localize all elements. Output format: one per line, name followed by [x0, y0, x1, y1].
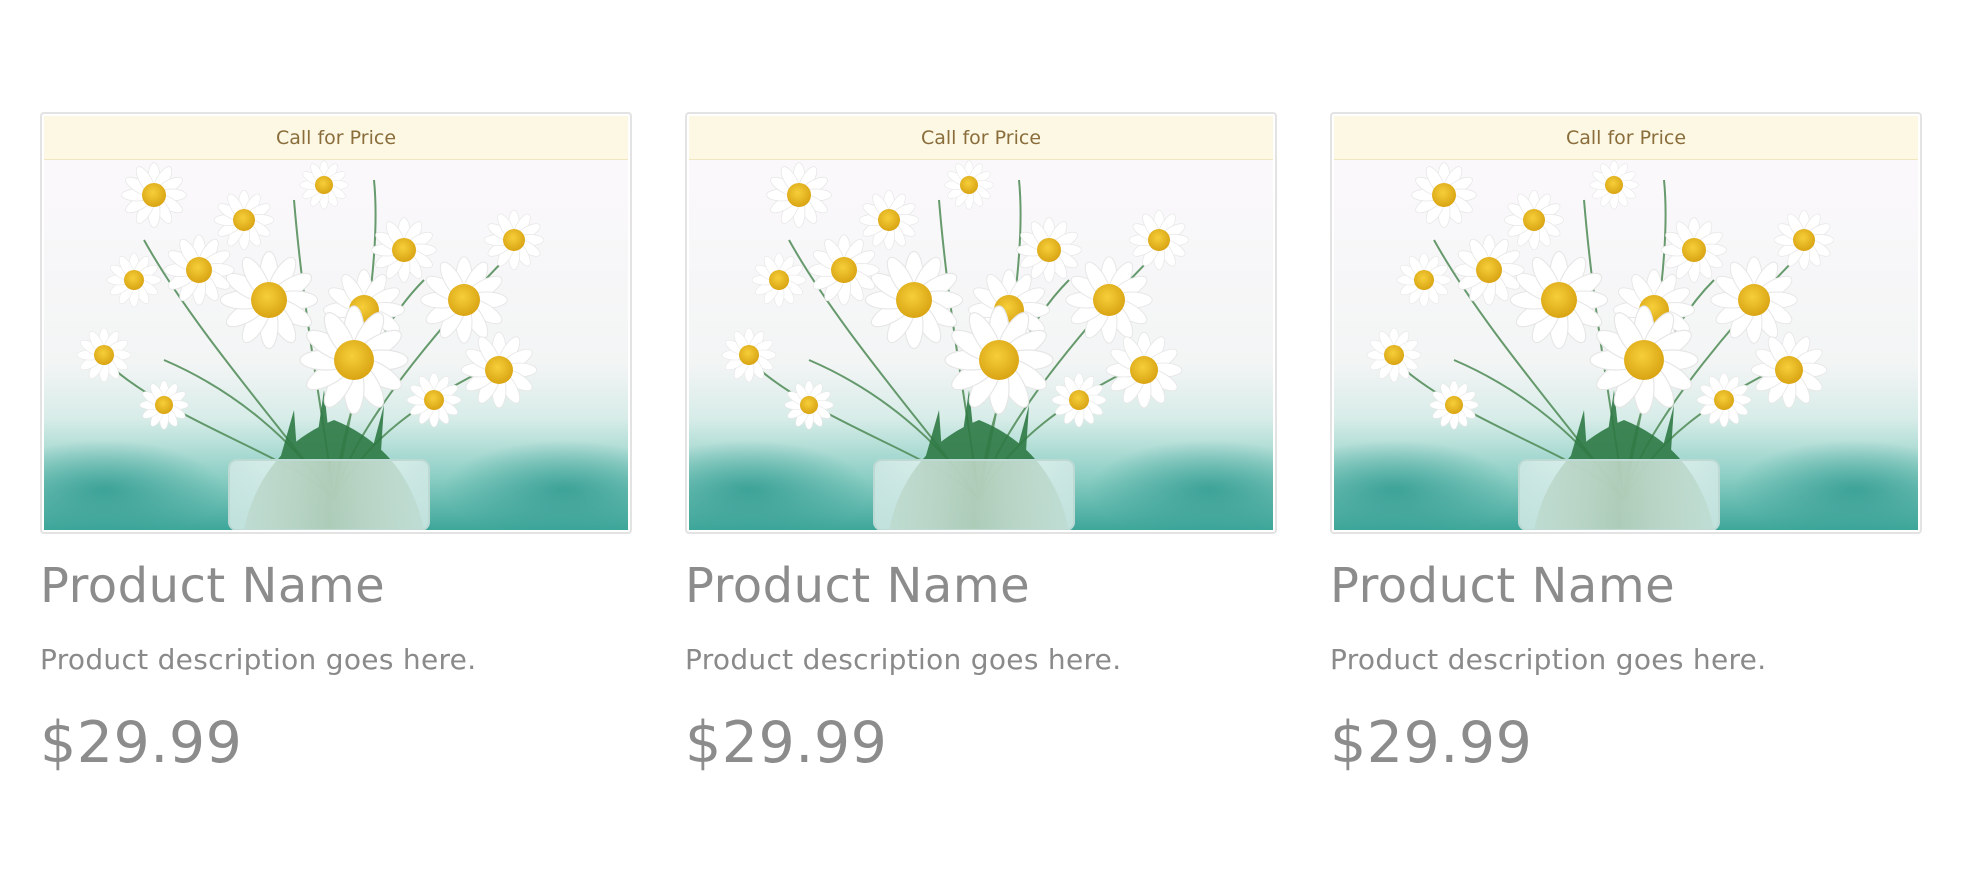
daisy-bouquet-image[interactable] [1334, 160, 1918, 530]
product-name[interactable]: Product Name [40, 560, 632, 613]
call-for-price-banner: Call for Price [689, 116, 1273, 160]
product-description: Product description goes here. [685, 642, 1122, 676]
call-for-price-banner: Call for Price [1334, 116, 1918, 160]
product-card[interactable]: Call for Price Product Name Product desc… [1330, 112, 1922, 776]
product-image-frame[interactable]: Call for Price [685, 112, 1277, 534]
product-price: $29.99 [1330, 709, 1533, 776]
call-for-price-banner: Call for Price [44, 116, 628, 160]
product-name[interactable]: Product Name [1330, 560, 1922, 613]
product-image-frame[interactable]: Call for Price [1330, 112, 1922, 534]
product-card[interactable]: Call for Price Product Name Product desc… [40, 112, 632, 776]
product-name[interactable]: Product Name [685, 560, 1277, 613]
product-grid: Call for Price Product Name Product desc… [40, 112, 1922, 776]
product-image-frame[interactable]: Call for Price [40, 112, 632, 534]
product-description: Product description goes here. [1330, 642, 1767, 676]
daisy-bouquet-image[interactable] [689, 160, 1273, 530]
product-price: $29.99 [40, 709, 243, 776]
daisy-bouquet-image[interactable] [44, 160, 628, 530]
product-card[interactable]: Call for Price Product Name Product desc… [685, 112, 1277, 776]
product-price: $29.99 [685, 709, 888, 776]
product-description: Product description goes here. [40, 642, 477, 676]
